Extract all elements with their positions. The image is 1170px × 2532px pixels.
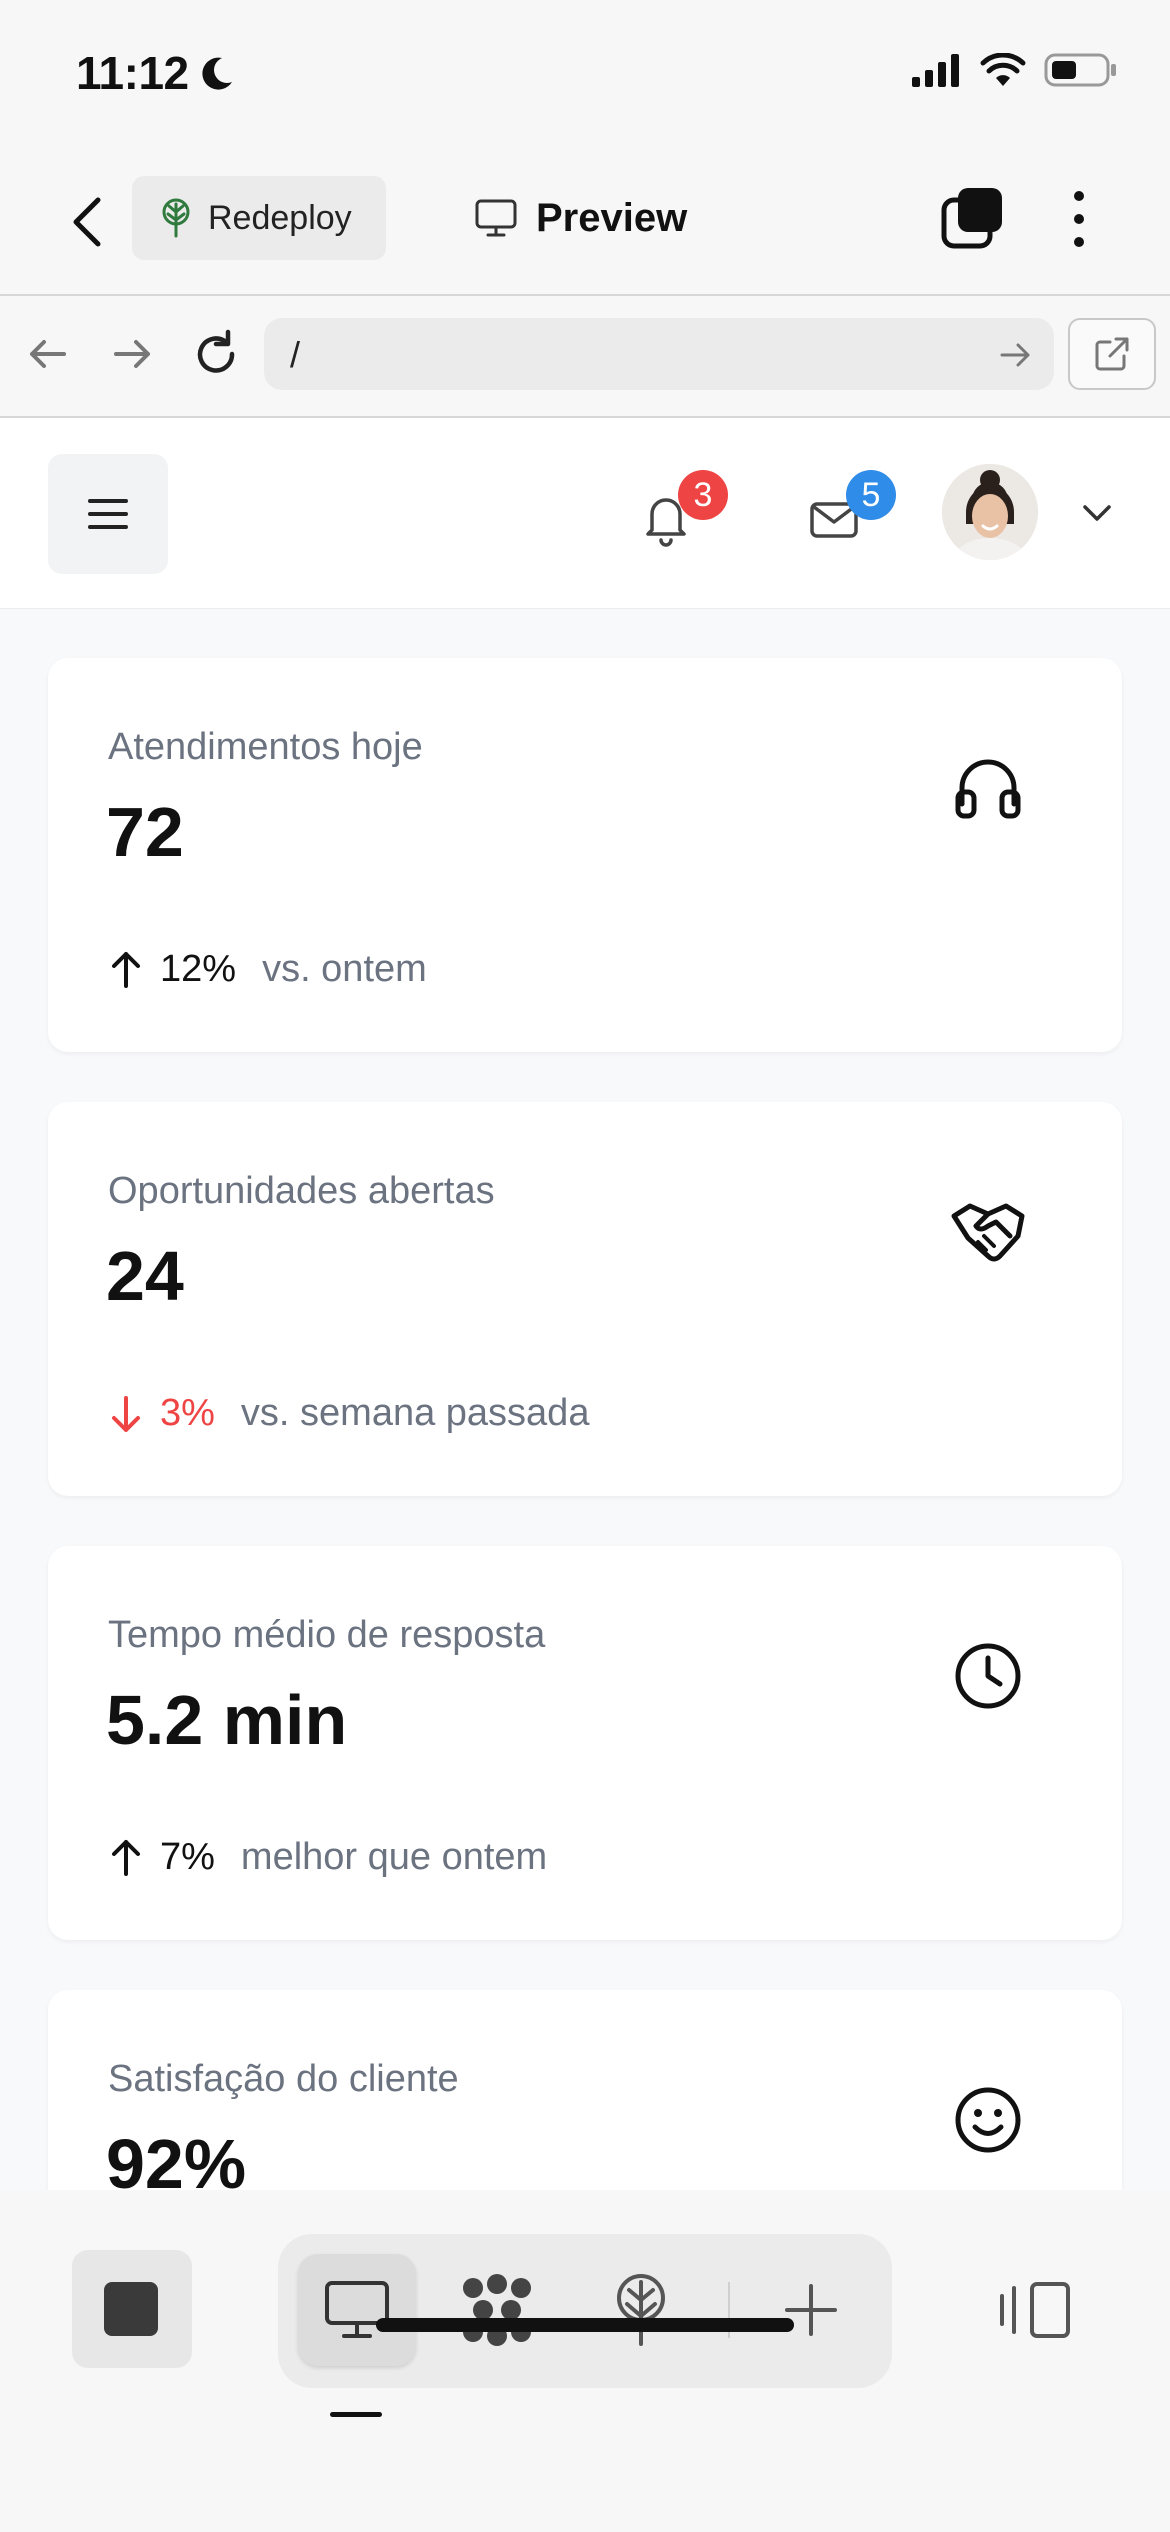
- menu-button[interactable]: [48, 454, 168, 574]
- external-link-icon: [1095, 337, 1129, 371]
- trend-caption: vs. semana passada: [240, 1392, 590, 1434]
- trend-caption: vs. ontem: [262, 948, 427, 990]
- site-header: 3 5: [0, 418, 1170, 609]
- hamburger-icon: [88, 499, 128, 529]
- card-label: Tempo médio de resposta: [108, 1614, 546, 1656]
- home-indicator: [376, 2318, 794, 2332]
- trend-row: 3% vs. semana passada: [108, 1392, 589, 1435]
- moon-icon: [202, 57, 232, 90]
- notifications-badge: 3: [678, 470, 728, 520]
- cellular-signal-icon: [912, 54, 959, 87]
- tabs-icon[interactable]: [940, 186, 1006, 252]
- headphones-icon: [955, 759, 1021, 819]
- trend-row: 7% melhor que ontem: [108, 1836, 547, 1879]
- wifi-icon: [980, 53, 1026, 86]
- url-text: /: [290, 334, 301, 375]
- stat-card-oportunidades: Oportunidades abertas 24 3% vs. semana p…: [48, 1102, 1122, 1496]
- stat-card-atendimentos: Atendimentos hoje 72 12% vs. ontem: [48, 658, 1122, 1052]
- status-bar: 11:12: [0, 0, 1170, 150]
- status-time: 11:12: [76, 47, 189, 99]
- more-vertical-icon[interactable]: [1064, 186, 1094, 252]
- network-icon: [463, 2274, 531, 2346]
- handshake-icon: [951, 1203, 1025, 1262]
- messages-button[interactable]: 5: [798, 470, 896, 554]
- workspace-tab[interactable]: [438, 2254, 556, 2366]
- card-label: Atendimentos hoje: [108, 726, 423, 768]
- go-arrow-icon[interactable]: [998, 338, 1032, 372]
- monitor-icon: [475, 199, 517, 237]
- app-header: Redeploy Preview: [0, 150, 1170, 296]
- chevron-down-icon[interactable]: [1080, 498, 1114, 528]
- stat-card-tempo-resposta: Tempo médio de resposta 5.2 min 7% melho…: [48, 1546, 1122, 1940]
- avatar[interactable]: [942, 464, 1038, 560]
- user-photo: [942, 464, 1038, 560]
- add-tab-button[interactable]: [752, 2254, 870, 2366]
- messages-badge: 5: [846, 470, 896, 520]
- redeploy-label: Redeploy: [208, 198, 352, 237]
- reload-icon[interactable]: [188, 326, 244, 382]
- card-value: 5.2 min: [106, 1681, 348, 1759]
- smiley-icon: [955, 2087, 1021, 2153]
- trend-row: 12% vs. ontem: [108, 948, 427, 991]
- notifications-button[interactable]: 3: [630, 470, 728, 554]
- battery-icon: [1044, 53, 1116, 87]
- tree-icon: [162, 198, 190, 238]
- trend-caption: melhor que ontem: [240, 1836, 548, 1878]
- bottom-toolbar: [0, 2190, 1170, 2532]
- back-chevron-icon[interactable]: [60, 190, 114, 254]
- browser-bar: /: [0, 296, 1170, 418]
- trend-delta: 12%: [160, 948, 237, 990]
- back-arrow-icon[interactable]: [20, 326, 76, 382]
- stop-button[interactable]: [72, 2250, 192, 2368]
- forward-arrow-icon[interactable]: [104, 326, 160, 382]
- view-switcher: [278, 2234, 892, 2388]
- tree-icon: [617, 2274, 665, 2346]
- url-input[interactable]: /: [264, 318, 1054, 390]
- panels-icon[interactable]: [998, 2280, 1072, 2340]
- card-value: 24: [106, 1237, 184, 1315]
- preview-label: Preview: [536, 195, 688, 240]
- trend-delta: 7%: [160, 1836, 215, 1878]
- card-label: Oportunidades abertas: [108, 1170, 495, 1212]
- preview-tab[interactable]: [298, 2254, 416, 2366]
- arrow-down-icon: [112, 1395, 140, 1432]
- clock-icon: [955, 1643, 1021, 1709]
- trend-delta: 3%: [160, 1392, 215, 1434]
- open-external-button[interactable]: [1068, 318, 1156, 390]
- deploy-tab[interactable]: [582, 2254, 700, 2366]
- status-icons: [912, 52, 1118, 88]
- active-tab-indicator: [330, 2412, 382, 2417]
- preview-button[interactable]: Preview: [474, 176, 687, 260]
- arrow-up-icon: [112, 951, 140, 988]
- redeploy-button[interactable]: Redeploy: [132, 176, 386, 260]
- card-label: Satisfação do cliente: [108, 2058, 459, 2100]
- arrow-up-icon: [112, 1839, 140, 1876]
- card-value: 72: [106, 793, 184, 871]
- stop-icon: [104, 2282, 158, 2336]
